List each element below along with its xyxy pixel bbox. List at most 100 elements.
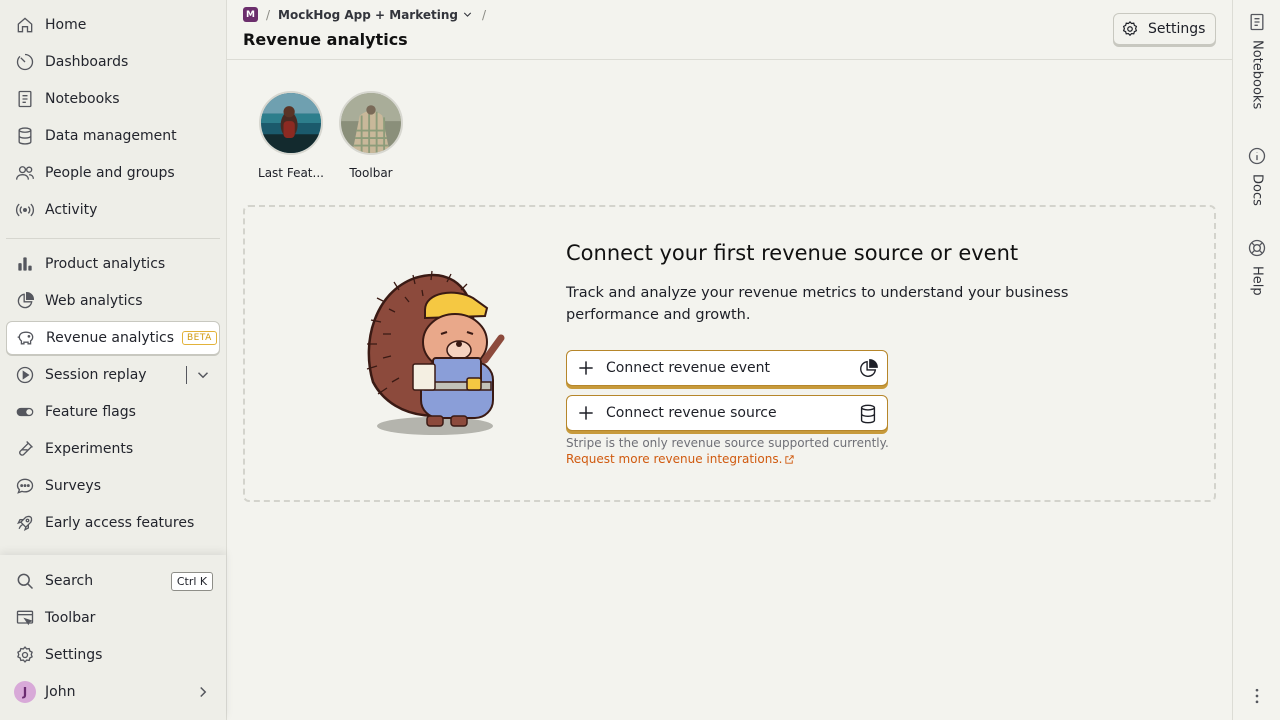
sidebar-item-label: Dashboards (45, 54, 129, 70)
stripe-note: Stripe is the only revenue source suppor… (566, 436, 889, 450)
sidebar-item-label: Notebooks (45, 91, 120, 107)
top-bar: M / MockHog App + Marketing / Revenue an… (227, 0, 1232, 60)
rightbar-label: Notebooks (1249, 40, 1265, 110)
project-name: MockHog App + Marketing (278, 7, 458, 22)
toggle-icon (14, 401, 36, 423)
empty-state-title: Connect your first revenue source or eve… (566, 241, 1019, 265)
user-name: John (45, 684, 76, 700)
avatar-wrapper: J (14, 681, 36, 703)
sidebar-item-early-access[interactable]: Early access features (6, 506, 220, 540)
chevron-right-icon (194, 683, 212, 701)
more-options-icon[interactable] (1245, 686, 1269, 706)
rightbar-notebooks[interactable]: Notebooks (1245, 12, 1269, 109)
request-integrations-label: Request more revenue integrations. (566, 452, 783, 466)
sidebar-settings[interactable]: Settings (6, 638, 220, 672)
settings-button[interactable]: Settings (1113, 13, 1216, 45)
rightbar-label: Help (1249, 266, 1265, 296)
connect-revenue-event-label: Connect revenue event (606, 360, 770, 376)
settings-button-label: Settings (1148, 21, 1206, 37)
sidebar-item-label: Revenue analytics (46, 330, 174, 346)
info-icon (1248, 147, 1266, 165)
sidebar-item-label: People and groups (45, 165, 175, 181)
sidebar-item-feature-flags[interactable]: Feature flags (6, 395, 220, 429)
right-sidebar: Notebooks Docs Help (1232, 0, 1280, 720)
people-icon (14, 162, 36, 184)
search-shortcut: Ctrl K (171, 572, 213, 591)
plus-icon (579, 361, 593, 375)
breadcrumb-separator: / (482, 7, 487, 22)
play-icon (14, 364, 36, 386)
lifebuoy-icon (1248, 239, 1266, 257)
story-thumbnail (339, 91, 403, 155)
session-replay-separator (186, 366, 187, 384)
beta-badge: BETA (182, 331, 217, 345)
piggy-bank-icon (15, 327, 37, 349)
request-integrations-link[interactable]: Request more revenue integrations. (566, 452, 795, 466)
sidebar: Home Dashboards Notebooks Data managemen… (0, 0, 227, 720)
pie-chart-icon (14, 290, 36, 312)
sidebar-bottom: Search Ctrl K Toolbar Settings J John (0, 555, 226, 720)
sidebar-item-label: Early access features (45, 515, 195, 531)
sidebar-item-label: Session replay (45, 367, 147, 383)
sidebar-item-data-management[interactable]: Data management (6, 119, 220, 153)
story-label: Last Feat... (258, 166, 324, 180)
sidebar-item-experiments[interactable]: Experiments (6, 432, 220, 466)
page-title: Revenue analytics (243, 30, 408, 49)
sidebar-item-label: Surveys (45, 478, 101, 494)
sidebar-item-notebooks[interactable]: Notebooks (6, 82, 220, 116)
database-icon (860, 404, 876, 424)
sidebar-divider (6, 238, 220, 239)
project-badge: M (243, 7, 258, 22)
sidebar-item-label: Activity (45, 202, 98, 218)
rightbar-docs[interactable]: Docs (1245, 146, 1269, 206)
external-link-icon (785, 454, 795, 464)
sidebar-item-session-replay[interactable]: Session replay (6, 358, 184, 392)
connect-revenue-event-button[interactable]: Connect revenue event (566, 350, 888, 386)
search-icon (14, 570, 36, 592)
sidebar-item-revenue-analytics[interactable]: Revenue analytics BETA (6, 321, 220, 355)
rightbar-label: Docs (1249, 174, 1265, 206)
story-last-feature[interactable]: Last Feat... (256, 91, 326, 180)
notebook-icon (14, 88, 36, 110)
gear-icon (14, 644, 36, 666)
story-toolbar[interactable]: Toolbar (336, 91, 406, 180)
avatar: J (14, 681, 36, 703)
sidebar-item-label: Home (45, 17, 87, 33)
sidebar-item-label: Experiments (45, 441, 134, 457)
hedgehog-illustration (355, 262, 515, 442)
sidebar-toolbar[interactable]: Toolbar (6, 601, 220, 635)
breadcrumb-separator: / (266, 7, 271, 22)
activity-icon (14, 199, 36, 221)
story-label: Toolbar (349, 166, 393, 180)
dashboard-icon (14, 51, 36, 73)
toolbar-icon (14, 607, 36, 629)
sidebar-item-web-analytics[interactable]: Web analytics (6, 284, 220, 318)
breadcrumb: M / MockHog App + Marketing / (243, 7, 494, 22)
chevron-down-icon[interactable] (194, 366, 212, 384)
connect-revenue-source-button[interactable]: Connect revenue source (566, 395, 888, 431)
rightbar-help[interactable]: Help (1245, 238, 1269, 296)
sidebar-item-product-analytics[interactable]: Product analytics (6, 247, 220, 281)
database-icon (14, 125, 36, 147)
sidebar-item-label: Settings (45, 647, 103, 663)
connect-revenue-source-label: Connect revenue source (606, 405, 777, 421)
bar-chart-icon (14, 253, 36, 275)
sidebar-item-label: Toolbar (45, 610, 96, 626)
sidebar-item-home[interactable]: Home (6, 8, 220, 42)
sidebar-item-people[interactable]: People and groups (6, 156, 220, 190)
sidebar-item-surveys[interactable]: Surveys (6, 469, 220, 503)
sidebar-item-dashboards[interactable]: Dashboards (6, 45, 220, 79)
pie-chart-icon (860, 359, 878, 377)
sidebar-item-activity[interactable]: Activity (6, 193, 220, 227)
plus-icon (579, 406, 593, 420)
empty-state-description: Track and analyze your revenue metrics t… (566, 285, 1069, 323)
project-switcher[interactable]: MockHog App + Marketing (278, 8, 474, 22)
sidebar-item-label: Data management (45, 128, 177, 144)
notebook-icon (1250, 13, 1264, 31)
story-thumbnail (259, 91, 323, 155)
sidebar-item-label: Web analytics (45, 293, 143, 309)
gear-icon (1122, 20, 1138, 37)
rocket-icon (14, 512, 36, 534)
sidebar-item-label: Feature flags (45, 404, 136, 420)
sidebar-user[interactable]: J John (6, 675, 220, 709)
